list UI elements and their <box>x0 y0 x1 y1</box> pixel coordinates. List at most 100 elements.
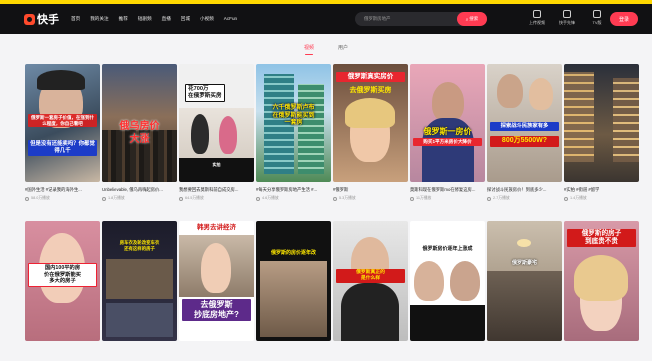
video-title[interactable]: 探讨战斗民族房价！到底多少... <box>487 187 562 193</box>
video-card[interactable]: 俄罗斯真正的 是什么样 <box>333 221 408 341</box>
video-thumbnail[interactable]: 俄罗斯的房价逐年改 <box>256 221 331 341</box>
video-thumbnail[interactable]: 六千俄罗斯卢布 在俄罗斯能买到 一套房 <box>256 64 331 182</box>
video-title[interactable]: 我想要回去莫斯科前自成交房... <box>179 187 254 193</box>
video-meta: 11万播放 <box>410 196 485 201</box>
street-building-image <box>613 78 639 162</box>
video-likes: 58.0万播放 <box>31 196 50 200</box>
video-card[interactable]: 六千俄罗斯卢布 在俄罗斯能买到 一套房 #每天分享俄罗斯房地产生活 #... 4… <box>256 64 331 201</box>
thumbnail-subcaption: 购买1平方米房价大降价 <box>413 138 482 146</box>
video-title[interactable]: Unbelievable, 俄乌再嗨起房价... <box>102 187 177 193</box>
video-title[interactable]: #实拍 #街道 #留学 <box>564 187 639 193</box>
video-card[interactable]: 俄罗斯真实房价 去俄罗斯买房 #俄罗斯 5.3万播放 <box>333 64 408 201</box>
video-card[interactable]: 国内100平的房 价在俄罗斯能买 多大的房子 <box>25 221 100 341</box>
main-nav: 首页 我的关注 推荐 短剧频 直播 回城 小视频 AcFun <box>71 16 237 22</box>
search-button[interactable]: ⌕ 搜索 <box>457 12 487 26</box>
tab-user[interactable]: 用户 <box>338 44 348 54</box>
thumbnail-caption: 俄罗斯一套房子价值，在涨到什么程度，你自己看吧 <box>28 114 97 128</box>
nav-minivideo[interactable]: 小视频 <box>200 16 214 22</box>
person-image <box>414 261 444 301</box>
person-image <box>432 82 464 122</box>
thumbnail-caption: 俄罗斯一房价 <box>423 127 472 136</box>
person-image <box>191 114 209 154</box>
video-thumbnail[interactable]: 俄罗斯真实房价 去俄罗斯买房 <box>333 64 408 182</box>
logo-icon <box>24 13 35 25</box>
nav-home[interactable]: 首页 <box>71 16 80 22</box>
nav-following[interactable]: 我的关注 <box>90 16 108 22</box>
video-card[interactable]: 俄罗斯的房价逐年改 <box>256 221 331 341</box>
video-thumbnail[interactable] <box>564 64 639 182</box>
nav-live[interactable]: 直播 <box>162 16 171 22</box>
video-likes: 4.6万播放 <box>262 196 279 200</box>
tab-video[interactable]: 视频 <box>304 44 314 55</box>
lamp-image <box>517 239 531 247</box>
pioneer-button[interactable]: 快手先锋 <box>556 10 578 26</box>
video-card[interactable]: 探索战斗民族家有多 800万5500W? 探讨战斗民族房价！到底多少... 2.… <box>487 64 562 201</box>
video-title[interactable]: #俄罗斯 <box>333 187 408 193</box>
video-meta: 1.8万播放 <box>102 196 177 201</box>
thumbnail-caption: 六千俄罗斯卢布 在俄罗斯能买到 一套房 <box>272 105 315 126</box>
video-card[interactable]: 花700万 在俄罗斯买房 实拍 我想要回去莫斯科前自成交房... 64.5万播放 <box>179 64 254 201</box>
thumbnail-caption: 俄罗斯真实房价 <box>336 72 405 83</box>
video-title[interactable]: #国外生活 #记录我的海外生... <box>25 187 100 193</box>
play-count-icon <box>179 196 183 201</box>
video-card[interactable]: 俄罗斯一房价 购买1平方米房价大降价 莫斯科现在俄罗斯mo在修复这房... 11… <box>410 64 485 201</box>
video-card[interactable]: 俄罗斯一套房子价值，在涨到什么程度，你自己看吧 但是没有还能卖吗？你都觉得几千 … <box>25 64 100 201</box>
video-card[interactable]: 房车衣及轮改变车衣 还有这样的房子 <box>102 221 177 341</box>
nav-recommend[interactable]: 推荐 <box>119 16 128 22</box>
video-frame-image <box>106 303 173 337</box>
thumbnail-caption: 房车衣及轮改变车衣 还有这样的房子 <box>119 240 160 251</box>
search-bar: 俄罗斯房地产 ⌕ 搜索 <box>355 12 487 26</box>
person-image <box>529 78 553 110</box>
tv-button[interactable]: TV版 <box>586 10 608 26</box>
login-button[interactable]: 登录 <box>610 12 638 26</box>
thumbnail-caption: 探索战斗民族家有多 <box>490 122 559 131</box>
video-card[interactable]: 俄罗斯豪宅 <box>487 221 562 341</box>
nav-city[interactable]: 回城 <box>181 16 190 22</box>
nav-acfun[interactable]: AcFun <box>224 16 237 22</box>
thumbnail-caption: 花700万 在俄罗斯买房 <box>185 84 225 102</box>
video-row-1: 俄罗斯一套房子价值，在涨到什么程度，你自己看吧 但是没有还能卖吗？你都觉得几千 … <box>25 64 640 201</box>
video-thumbnail[interactable]: 俄罗斯房价逐年上涨成 <box>410 221 485 341</box>
result-tabs: 视频 用户 <box>0 34 652 64</box>
video-thumbnail[interactable]: 韩男去讲经济 去俄罗斯 抄底房地产? <box>179 221 254 341</box>
search-icon: ⌕ <box>465 16 469 22</box>
upload-label: 上传视频 <box>529 20 545 25</box>
video-meta: 1.4万播放 <box>564 196 639 201</box>
video-likes: 11万播放 <box>416 196 432 200</box>
video-thumbnail[interactable]: 国内100平的房 价在俄罗斯能买 多大的房子 <box>25 221 100 341</box>
video-card[interactable]: 韩男去讲经济 去俄罗斯 抄底房地产? <box>179 221 254 341</box>
thumbnail-caption: 韩男去讲经济 <box>197 224 236 231</box>
thumbnail-caption: 俄罗斯的房价逐年改 <box>270 250 316 256</box>
video-frame-image <box>106 259 173 299</box>
thumbnail-caption: 俄罗斯豪宅 <box>511 260 537 266</box>
video-card[interactable]: #实拍 #街道 #留学 1.4万播放 <box>564 64 639 201</box>
video-meta: 58.0万播放 <box>25 196 100 201</box>
nav-shortdrama[interactable]: 短剧频 <box>138 16 152 22</box>
shirt-image <box>341 283 399 341</box>
video-title[interactable]: 莫斯科现在俄罗斯mo在修复这房... <box>410 187 485 193</box>
video-thumbnail[interactable]: 俄罗斯一房价 购买1平方米房价大降价 <box>410 64 485 182</box>
video-card[interactable]: 俄乌房价 大涨 Unbelievable, 俄乌再嗨起房价... 1.8万播放 <box>102 64 177 201</box>
thumbnail-subcaption: 去俄罗斯买房 <box>349 87 392 94</box>
header-tools: 上传视频 快手先锋 TV版 <box>526 10 608 26</box>
video-card[interactable]: 俄罗斯的房子 到底贵不贵 <box>564 221 639 341</box>
play-count-icon <box>333 196 337 201</box>
video-meta: 4.6万播放 <box>256 196 331 201</box>
kuaishou-logo[interactable]: 快手 <box>24 11 59 27</box>
video-thumbnail[interactable]: 花700万 在俄罗斯买房 实拍 <box>179 64 254 182</box>
video-card[interactable]: 俄罗斯房价逐年上涨成 <box>410 221 485 341</box>
video-thumbnail[interactable]: 俄乌房价 大涨 <box>102 64 177 182</box>
thumbnail-caption: 俄罗斯房价逐年上涨成 <box>422 246 473 252</box>
search-input[interactable]: 俄罗斯房地产 <box>355 16 457 22</box>
upload-video-button[interactable]: 上传视频 <box>526 10 548 26</box>
video-title[interactable]: #每天分享俄罗斯房地产生活 #... <box>256 187 331 193</box>
video-thumbnail[interactable]: 俄罗斯的房子 到底贵不贵 <box>564 221 639 341</box>
video-thumbnail[interactable]: 俄罗斯一套房子价值，在涨到什么程度，你自己看吧 但是没有还能卖吗？你都觉得几千 <box>25 64 100 182</box>
video-thumbnail[interactable]: 房车衣及轮改变车衣 还有这样的房子 <box>102 221 177 341</box>
video-thumbnail[interactable]: 俄罗斯豪宅 <box>487 221 562 341</box>
video-thumbnail[interactable]: 俄罗斯真正的 是什么样 <box>333 221 408 341</box>
video-thumbnail[interactable]: 探索战斗民族家有多 800万5500W? <box>487 64 562 182</box>
person-image <box>219 116 237 154</box>
search-button-label: 搜索 <box>469 16 479 21</box>
thumbnail-subcaption: 实拍 <box>212 162 221 167</box>
